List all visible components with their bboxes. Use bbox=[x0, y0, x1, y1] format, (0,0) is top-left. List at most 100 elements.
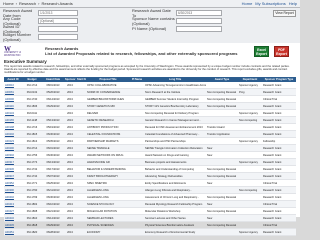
subscriptions-link[interactable]: My Subscriptions bbox=[255, 1, 285, 6]
table-body: A00010 FM-1714 08/01/2013 2013 OPSC COLLABOR… bbox=[4, 82, 296, 236]
award-id-link[interactable]: A00336 bbox=[4, 165, 22, 173]
table-cell: Sponsor Agency bbox=[238, 137, 262, 145]
table-cell bbox=[76, 116, 86, 124]
table-cell: Research Grant bbox=[262, 151, 296, 159]
table-cell: 06/30/2013 bbox=[42, 130, 64, 138]
table-row: A00290 FM-4714 06/01/2013 2013 SENSE TRIANGL… bbox=[4, 144, 296, 152]
table-cell: MOLECULAR ROTATION bbox=[86, 207, 130, 215]
table-cell: Behavior and Understanding of Computing bbox=[144, 165, 206, 173]
university-logo: W UNIVERSITY of WASHINGTON bbox=[4, 46, 34, 57]
table-cell: Transfer Award bbox=[206, 123, 238, 131]
table-row: A00445 FM-1818 06/29/2013 2013 PHYSICAL SCIE… bbox=[4, 221, 296, 229]
table-cell: Research Grant bbox=[262, 158, 296, 166]
award-id-link[interactable]: A00198 bbox=[4, 123, 22, 131]
breadcrumb-research[interactable]: Research bbox=[19, 1, 36, 6]
table-cell: 06/30/2013 bbox=[42, 193, 64, 201]
award-id-input[interactable] bbox=[38, 25, 78, 32]
award-id-link[interactable]: A00096 bbox=[4, 95, 22, 103]
award-id-link[interactable]: A00402 bbox=[4, 193, 22, 201]
executive-summary-heading: Executive Summary bbox=[4, 59, 47, 64]
award-date-from-input[interactable]: 1/1/2013 bbox=[38, 9, 78, 16]
table-cell: Genetic Research in Cancer Management an… bbox=[144, 116, 206, 124]
award-id-link[interactable]: A00202 bbox=[4, 130, 22, 138]
table-cell: Non-Competing Renewal for Delivery Progr… bbox=[144, 109, 206, 117]
table-cell: AWARD NETWORK ON DRUG bbox=[86, 151, 130, 159]
table-cell: Non-Competing Renewal bbox=[206, 95, 238, 103]
table-row: A00096 FM-1740 06/14/2013 2013 GERBER BRAINS… bbox=[4, 95, 296, 103]
table-row: A00165 FM-1148 05/13/2013 2013 GENETIC RESEA… bbox=[4, 116, 296, 124]
pdf-export-icon[interactable]: PDF Export bbox=[274, 46, 289, 57]
table-cell bbox=[130, 102, 144, 110]
budget-input[interactable] bbox=[38, 33, 78, 40]
award-id-link[interactable]: A00317 bbox=[4, 158, 22, 166]
table-cell: 2013 bbox=[64, 228, 76, 236]
table-cell: Non-Competing Renewal bbox=[206, 193, 238, 201]
award-id-link[interactable]: A00352 bbox=[4, 179, 22, 187]
table-cell bbox=[130, 88, 144, 96]
help-link[interactable]: Help bbox=[289, 1, 297, 6]
sponsor-name-input[interactable] bbox=[176, 17, 222, 24]
table-cell: Assessment of Chronic Lung and Respirato… bbox=[144, 193, 206, 201]
award-id-link[interactable]: A00427 bbox=[4, 207, 22, 215]
table-cell bbox=[130, 193, 144, 201]
table-cell: 2013 bbox=[64, 165, 76, 173]
award-date-to-input[interactable]: 6/30/2013 bbox=[176, 9, 222, 16]
table-cell bbox=[238, 95, 262, 103]
view-report-button[interactable]: View Report bbox=[273, 10, 296, 17]
table-cell: Research Grant bbox=[262, 88, 296, 96]
award-id-link[interactable]: A00165 bbox=[4, 116, 22, 124]
table-cell bbox=[130, 207, 144, 215]
table-cell: 06/30/2013 bbox=[42, 151, 64, 159]
table-cell: SENSE TRIANGLE bbox=[86, 144, 130, 152]
table-cell: Research Grant bbox=[262, 165, 296, 173]
table-cell: Molecular Rotations Workshop bbox=[144, 207, 206, 215]
table-cell: FM-1742 bbox=[22, 165, 42, 173]
excel-export-icon[interactable]: Excel Export bbox=[254, 46, 269, 57]
award-id-link[interactable]: A00347 bbox=[4, 172, 22, 180]
table-cell: 2013 bbox=[64, 95, 76, 103]
award-id-link[interactable]: A00081 bbox=[4, 88, 22, 96]
table-row: A00119 FM-1836 06/29/2013 2013 STORY GENETIC… bbox=[4, 102, 296, 110]
table-cell: Partnerships and PhD Partnerships bbox=[144, 137, 206, 145]
award-id-link[interactable]: A00451 bbox=[4, 228, 22, 236]
table-cell: Physical Sciences Bioinformatics Assista… bbox=[144, 221, 206, 229]
table-cell: Non-Competing Renewal bbox=[206, 172, 238, 180]
table-row: A00223 FM-1813 05/05/2013 2013 PARTNERSHIP M… bbox=[4, 137, 296, 145]
table-cell: 2013 bbox=[64, 172, 76, 180]
award-id-link[interactable]: A00223 bbox=[4, 137, 22, 145]
table-cell: 06/25/2013 bbox=[42, 179, 64, 187]
award-id-link[interactable]: A00302 bbox=[4, 151, 22, 159]
award-id-link[interactable]: A00432 bbox=[4, 214, 22, 222]
table-cell bbox=[130, 179, 144, 187]
award-id-link[interactable]: A00413 bbox=[4, 200, 22, 208]
table-cell: Non-Competing Renewal bbox=[206, 207, 238, 215]
breadcrumb-home[interactable]: Home bbox=[3, 1, 14, 6]
pi-name-input[interactable] bbox=[176, 25, 222, 32]
table-cell: Clinical Trial bbox=[262, 200, 296, 208]
table-cell: STORY GENETICS MFI bbox=[86, 102, 130, 110]
table-cell: 06/21/2013 bbox=[42, 207, 64, 215]
table-cell bbox=[130, 137, 144, 145]
table-row: A00202 FM-1815 06/30/2013 2013 CELESTIAL FOU… bbox=[4, 130, 296, 138]
table-cell: Research Grant bbox=[262, 207, 296, 215]
award-id-link[interactable]: A00290 bbox=[4, 144, 22, 152]
table-cell bbox=[238, 214, 262, 222]
award-id-link[interactable]: A00119 bbox=[4, 102, 22, 110]
table-cell: STORY GIS Genetics Biochemistry Laborato… bbox=[144, 102, 206, 110]
table-cell bbox=[76, 137, 86, 145]
table-cell bbox=[76, 200, 86, 208]
table-cell: Non-Competing Renewal bbox=[206, 88, 238, 96]
award-id-link[interactable]: A00134 bbox=[4, 109, 22, 117]
table-cell bbox=[206, 137, 238, 145]
table-cell: ALLERGEN LUNG bbox=[86, 193, 130, 201]
city-state-input[interactable]: (Optional) bbox=[38, 17, 78, 24]
table-cell: 2013 bbox=[64, 221, 76, 229]
table-cell: Renewal for NSF Assessment Enhancement 2… bbox=[144, 123, 206, 131]
home-link[interactable]: Home bbox=[242, 1, 253, 6]
award-id-link[interactable]: A00390 bbox=[4, 186, 22, 194]
breadcrumb-awards[interactable]: Research Awards bbox=[41, 1, 72, 6]
table-cell: PHYSICAL SCIENCES bbox=[86, 221, 130, 229]
table-cell: Non-Competing Renewal bbox=[206, 221, 238, 229]
award-id-link[interactable]: A00445 bbox=[4, 221, 22, 229]
table-row: A00347 FM-1744 05/07/2013 2013 KRAFT BROGOTH… bbox=[4, 172, 296, 180]
